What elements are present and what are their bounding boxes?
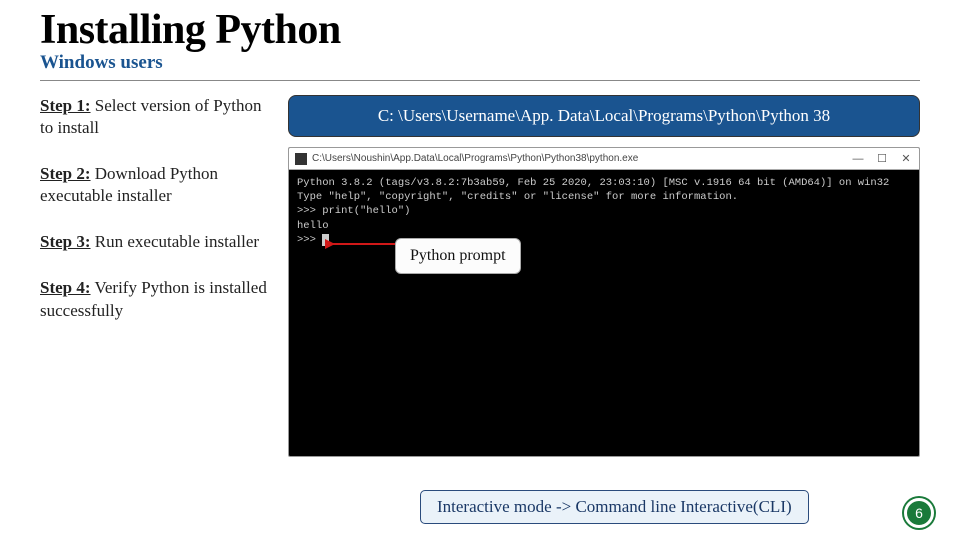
arrow-icon: [325, 234, 405, 254]
console-title-text: C:\Users\Noushin\App.Data\Local\Programs…: [312, 153, 638, 164]
step-4: Step 4: Verify Python is installed succe…: [40, 277, 270, 321]
prompt-callout: Python prompt: [395, 238, 521, 274]
page-number: 6: [904, 498, 934, 528]
console-line: Type "help", "copyright", "credits" or "…: [297, 191, 738, 203]
cmd-icon: [295, 153, 307, 165]
minimize-icon[interactable]: —: [851, 152, 865, 166]
step-text: Run executable installer: [91, 232, 260, 251]
right-column: C: \Users\Username\App. Data\Local\Progr…: [288, 95, 920, 457]
divider: [40, 80, 920, 81]
maximize-icon[interactable]: ☐: [875, 152, 889, 166]
console-titlebar: C:\Users\Noushin\App.Data\Local\Programs…: [289, 148, 919, 170]
step-3: Step 3: Run executable installer: [40, 231, 270, 253]
step-label: Step 4:: [40, 278, 91, 297]
step-1: Step 1: Select version of Python to inst…: [40, 95, 270, 139]
console-line: >>> print("hello"): [297, 205, 410, 217]
slide: Installing Python Windows users Step 1: …: [0, 6, 960, 540]
close-icon[interactable]: ✕: [899, 152, 913, 166]
footer-callout: Interactive mode -> Command line Interac…: [420, 490, 809, 524]
steps-column: Step 1: Select version of Python to inst…: [40, 95, 270, 457]
console-body: Python 3.8.2 (tags/v3.8.2:7b3ab59, Feb 2…: [289, 170, 919, 310]
step-label: Step 3:: [40, 232, 91, 251]
step-label: Step 1:: [40, 96, 91, 115]
slide-subtitle: Windows users: [40, 52, 920, 74]
step-2: Step 2: Download Python executable insta…: [40, 163, 270, 207]
step-label: Step 2:: [40, 164, 91, 183]
path-callout: C: \Users\Username\App. Data\Local\Progr…: [288, 95, 920, 137]
console-line: hello: [297, 220, 329, 232]
content-row: Step 1: Select version of Python to inst…: [40, 95, 920, 457]
console-line: Python 3.8.2 (tags/v3.8.2:7b3ab59, Feb 2…: [297, 177, 889, 189]
slide-title: Installing Python: [40, 6, 920, 54]
console-line: >>>: [297, 234, 322, 246]
cursor-block: [322, 234, 329, 246]
console-window: C:\Users\Noushin\App.Data\Local\Programs…: [288, 147, 920, 457]
